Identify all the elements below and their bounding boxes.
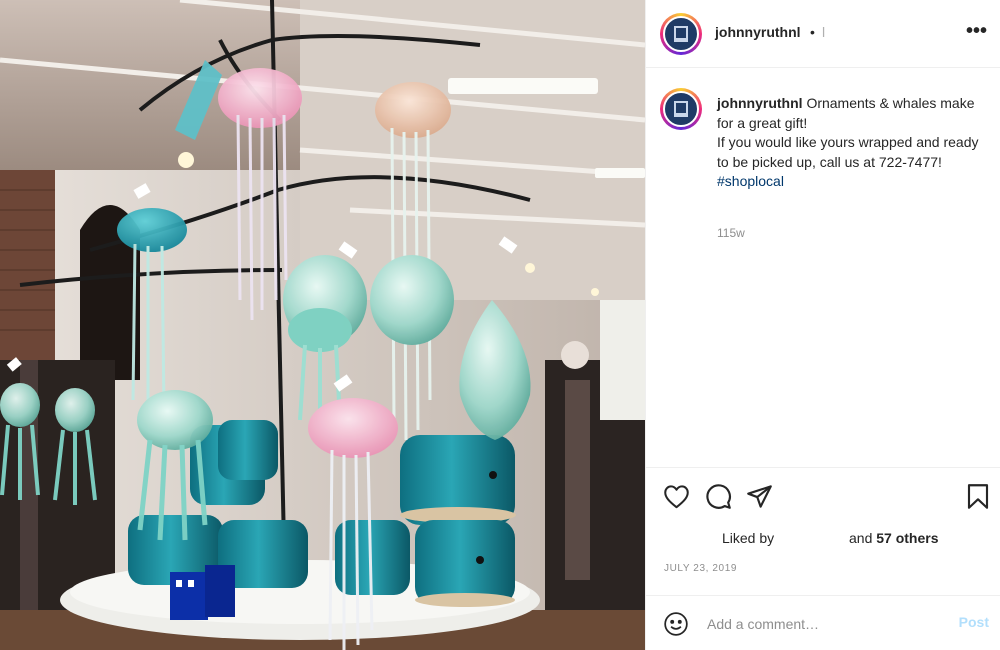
paper-plane-icon[interactable] <box>746 484 773 509</box>
instagram-post: johnnyruthnl • l ••• johnnyruthnl Orname… <box>0 0 1000 650</box>
comment-icon[interactable] <box>705 483 732 510</box>
caption-section: johnnyruthnl Ornaments & whales make for… <box>646 68 1000 468</box>
bookmark-icon[interactable] <box>966 483 990 510</box>
caption-avatar[interactable] <box>660 88 702 130</box>
post-date[interactable]: JULY 23, 2019 <box>664 563 737 574</box>
comment-bar: Post <box>646 595 1000 650</box>
post-sidebar: johnnyruthnl • l ••• johnnyruthnl Orname… <box>645 0 1000 650</box>
caption-age[interactable]: 115w <box>717 226 745 240</box>
caption-text: johnnyruthnl Ornaments & whales make for… <box>717 94 992 192</box>
follow-button[interactable]: l <box>822 24 825 40</box>
post-comment-button[interactable]: Post <box>959 614 989 630</box>
post-photo[interactable] <box>0 0 645 650</box>
more-options-icon[interactable]: ••• <box>966 21 987 41</box>
avatar-image <box>663 16 699 52</box>
comment-input[interactable] <box>707 614 927 634</box>
post-header: johnnyruthnl • l ••• <box>646 0 1000 68</box>
header-username[interactable]: johnnyruthnl <box>715 24 801 40</box>
post-actions: Liked by and 57 others JULY 23, 2019 Pos… <box>646 467 1000 650</box>
smiley-icon[interactable] <box>663 611 689 637</box>
heart-icon[interactable] <box>663 484 690 509</box>
caption-line-2: If you would like yours wrapped and read… <box>717 134 979 170</box>
hashtag-link[interactable]: #shoplocal <box>717 172 992 192</box>
header-separator: • <box>810 24 815 40</box>
caption-username[interactable]: johnnyruthnl <box>717 95 803 111</box>
profile-avatar[interactable] <box>660 13 702 55</box>
others-count[interactable]: 57 others <box>876 530 938 546</box>
shop-display-image <box>0 0 645 650</box>
liked-by-suffix[interactable]: and 57 others <box>849 530 939 546</box>
liked-by-prefix[interactable]: Liked by <box>722 530 774 546</box>
avatar-image <box>663 91 699 127</box>
liked-and: and <box>849 530 873 546</box>
